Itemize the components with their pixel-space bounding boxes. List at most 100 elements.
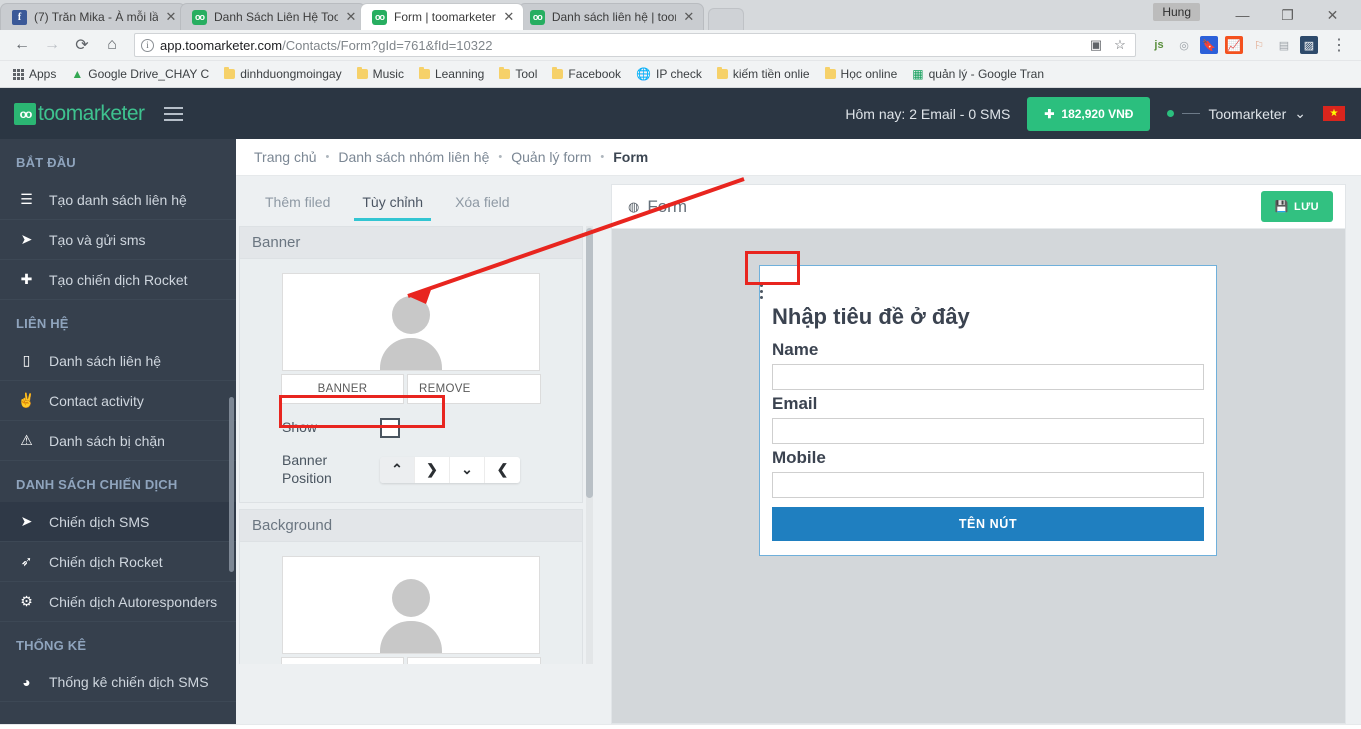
user-menu[interactable]: Toomarketer ⌄ [1167, 105, 1306, 122]
sidebar-item-sms-stats[interactable]: ◕ Thống kê chiến dịch SMS [0, 663, 236, 702]
breadcrumb-home[interactable]: Trang chủ [254, 149, 317, 165]
sidebar-item-autoresponders-campaign[interactable]: ⚙ Chiến dịch Autoresponders [0, 582, 236, 622]
reload-icon[interactable]: ⟳ [68, 31, 96, 59]
bookmark-item[interactable]: Học online [819, 64, 904, 84]
banner-thumbnail[interactable] [282, 273, 540, 371]
bookmark-item[interactable]: ▦ quản lý - Google Tran [906, 64, 1050, 84]
sidebar-item-create-send-sms[interactable]: ➤ Tạo và gửi sms [0, 220, 236, 260]
bookmark-item[interactable]: Facebook [546, 64, 627, 84]
signpost-extension-icon[interactable]: ⚐ [1250, 36, 1268, 54]
home-icon[interactable]: ⌂ [98, 31, 126, 59]
position-right-button[interactable]: ❯ [415, 456, 450, 483]
bookmark-apps[interactable]: Apps [7, 64, 62, 84]
sidebar-item-create-contact-list[interactable]: ☰ Tạo danh sách liên hệ [0, 180, 236, 220]
breadcrumb-form-manager[interactable]: Quản lý form [511, 149, 591, 165]
name-input[interactable] [772, 364, 1204, 390]
banner-remove-button[interactable]: REMOVE [407, 374, 541, 404]
language-flag-icon[interactable]: ★ [1323, 106, 1345, 121]
background-section-title: Background [239, 508, 583, 541]
minimize-icon[interactable]: — [1220, 0, 1265, 30]
hamburger-icon[interactable] [163, 106, 183, 121]
breadcrumb-separator: • [325, 151, 330, 163]
sidebar-item-rocket-campaign[interactable]: ➶ Chiến dịch Rocket [0, 542, 236, 582]
profile-name-button[interactable]: Hung [1153, 3, 1200, 21]
sidebar-item-label: Contact activity [49, 392, 144, 409]
breadcrumb: Trang chủ • Danh sách nhóm liên hệ • Quả… [236, 139, 1361, 176]
sidebar-item-contact-list[interactable]: ▯ Danh sách liên hệ [0, 341, 236, 381]
site-info-icon[interactable]: i [141, 38, 154, 52]
forward-icon[interactable]: → [38, 31, 66, 59]
form-title[interactable]: Nhập tiêu đề ở đây [760, 302, 1216, 336]
field-label-email: Email [772, 394, 818, 413]
target-extension-icon[interactable]: ◎ [1175, 36, 1193, 54]
window-close-icon[interactable]: ✕ [1310, 0, 1355, 30]
browser-tab-active[interactable]: oo Form | toomarketer ✕ [360, 3, 524, 30]
bookmark-item[interactable]: ▲ Google Drive_CHAY C [65, 64, 215, 84]
sidebar-item-create-rocket-campaign[interactable]: ✚ Tạo chiến dịch Rocket [0, 260, 236, 300]
bookmark-star-icon[interactable]: ☆ [1111, 36, 1129, 54]
tab-add-field[interactable]: Thêm filed [249, 184, 346, 221]
form-submit-button[interactable]: TÊN NÚT [772, 507, 1204, 541]
background-upload-button[interactable]: BACKGROUND [281, 656, 404, 664]
position-top-button[interactable]: ⌃ [380, 456, 415, 483]
facebook-icon: f [12, 9, 27, 25]
rocket-icon: ➶ [20, 553, 33, 569]
bookmark-label: Tool [515, 67, 538, 81]
sidebar-item-label: Tạo danh sách liên hệ [49, 191, 187, 208]
close-icon[interactable]: ✕ [165, 9, 177, 25]
close-icon[interactable]: ✕ [503, 9, 515, 25]
topbar-right: Hôm nay: 2 Email - 0 SMS ✚ 182,920 VNĐ T… [845, 96, 1361, 131]
browser-tab[interactable]: f (7) Trăn Mika - À mỗi lần ✕ [0, 3, 186, 30]
form-canvas[interactable]: Nhập tiêu đề ở đây Name Email Mobile TÊN… [612, 229, 1345, 723]
address-bar[interactable]: i app.toomarketer.com/Contacts/Form?gId=… [134, 33, 1136, 57]
editor-tabs: Thêm filed Tùy chỉnh Xóa field [239, 184, 595, 221]
close-icon[interactable]: ✕ [683, 9, 695, 25]
position-bottom-button[interactable]: ⌄ [450, 456, 485, 483]
maximize-icon[interactable]: ❐ [1265, 0, 1310, 30]
tab-customize[interactable]: Tùy chỉnh [346, 184, 439, 221]
save-button[interactable]: 💾 LƯU [1260, 191, 1333, 222]
sidebar-scrollbar[interactable] [229, 397, 234, 572]
bookmark-item[interactable]: 🌐 IP check [630, 64, 708, 84]
tab-delete-field[interactable]: Xóa field [439, 184, 525, 221]
background-remove-button[interactable]: REMOVE [407, 656, 541, 664]
close-icon[interactable]: ✕ [345, 9, 357, 25]
sidebar-item-contact-activity[interactable]: ✌ Contact activity [0, 381, 236, 421]
banner-upload-button[interactable]: BANNER [281, 374, 404, 404]
editor-scrollbar-thumb[interactable] [586, 228, 593, 498]
form-widget[interactable]: Nhập tiêu đề ở đây Name Email Mobile TÊN… [759, 265, 1217, 556]
brand-area[interactable]: oo toomarketer [0, 102, 236, 126]
bookmark-item[interactable]: Music [351, 64, 410, 84]
analytics-extension-icon[interactable]: 📈 [1225, 36, 1243, 54]
vertical-dots-icon[interactable] [760, 257, 1216, 299]
photo-extension-icon[interactable]: ▨ [1300, 36, 1318, 54]
breadcrumb-contact-groups[interactable]: Danh sách nhóm liên hệ [338, 149, 489, 165]
bookmark-item[interactable]: kiếm tiền onlie [711, 64, 816, 84]
bookmark-label: Google Drive_CHAY C [88, 67, 210, 81]
back-icon[interactable]: ← [8, 31, 36, 59]
browser-tab[interactable]: oo Danh Sách Liên Hệ Toom ✕ [180, 3, 366, 30]
bookmark-item[interactable]: Tool [493, 64, 543, 84]
chrome-menu-icon[interactable]: ⋮ [1325, 31, 1353, 59]
mobile-input[interactable] [772, 472, 1204, 498]
background-thumbnail[interactable] [282, 555, 540, 654]
new-tab-button[interactable] [707, 8, 744, 30]
image-extension-icon[interactable]: ▤ [1275, 36, 1293, 54]
position-left-button[interactable]: ❮ [485, 456, 520, 483]
extension-icons: js ◎ 🔖 📈 ⚐ ▤ ▨ ⋮ [1144, 31, 1353, 59]
translate-icon[interactable]: ▣ [1087, 36, 1105, 54]
bookmark-item[interactable]: Leanning [413, 64, 490, 84]
browser-tab[interactable]: oo Danh sách liên hệ | toom ✕ [517, 3, 704, 30]
banner-section-title: Banner [239, 226, 583, 258]
js-extension-icon[interactable]: js [1150, 36, 1168, 54]
credit-balance-button[interactable]: ✚ 182,920 VNĐ [1027, 96, 1151, 131]
toomarketer-icon: oo [372, 9, 387, 25]
sidebar-item-label: Danh sách bị chặn [49, 432, 165, 449]
banner-show-checkbox[interactable] [380, 418, 400, 438]
email-input[interactable] [772, 418, 1204, 444]
avatar-placeholder-icon [380, 296, 442, 370]
sidebar-item-sms-campaign[interactable]: ➤ Chiến dịch SMS [0, 502, 236, 542]
bookmark-item[interactable]: dinhduongmoingay [218, 64, 347, 84]
bookmark-extension-icon[interactable]: 🔖 [1200, 36, 1218, 54]
sidebar-item-blocked-list[interactable]: ⚠ Danh sách bị chặn [0, 421, 236, 461]
